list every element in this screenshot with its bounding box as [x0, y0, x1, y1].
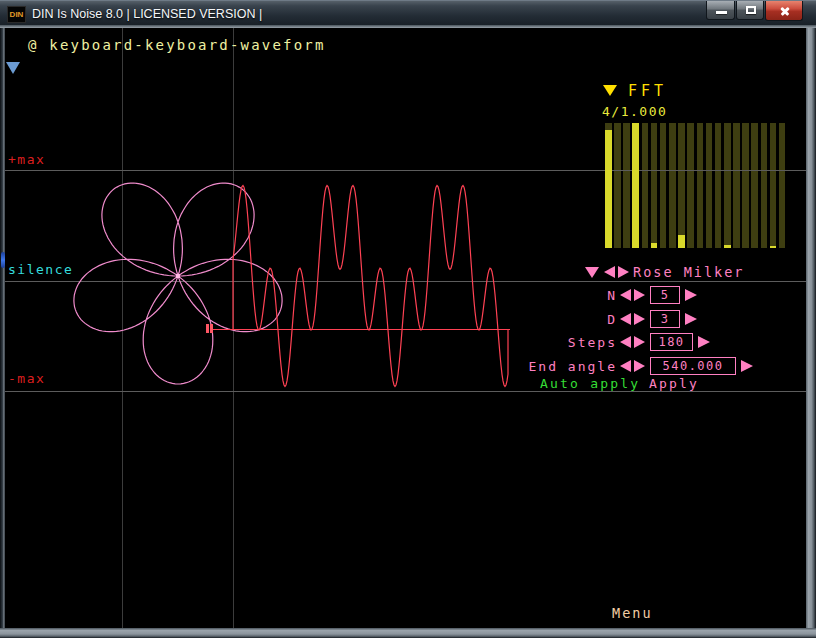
titlebar[interactable]: DIN DIN Is Noise 8.0 | LICENSED VERSION …: [0, 0, 816, 28]
param-n-decrement[interactable]: [620, 289, 631, 301]
app-icon[interactable]: DIN: [7, 6, 26, 23]
fft-bar: [687, 123, 694, 248]
left-border-blue-indicator: [1, 252, 5, 268]
fft-bar: [669, 123, 676, 248]
param-end-angle-decrement[interactable]: [620, 360, 631, 372]
fft-bar: [724, 123, 731, 248]
fft-panel-title: FFT: [628, 82, 667, 100]
rose-milker-next-icon[interactable]: [618, 266, 629, 278]
param-row-n: N 5: [0, 286, 816, 306]
maximize-icon: [746, 6, 756, 14]
minimize-icon: [716, 11, 727, 14]
editor-menu-collapse-icon[interactable]: [6, 62, 20, 74]
din-is-noise-window: { "window": { "title": "DIN Is Noise 8.0…: [0, 0, 816, 638]
fft-bar: [733, 123, 740, 248]
fft-bar: [642, 123, 649, 248]
fft-bar: [697, 123, 704, 248]
param-steps-spinner[interactable]: [698, 336, 710, 348]
param-steps-decrement[interactable]: [620, 336, 631, 348]
fft-bar-signal: [632, 123, 639, 248]
window-border-bottom: [0, 628, 816, 638]
fft-collapse-icon[interactable]: [603, 85, 617, 96]
maximize-button[interactable]: [736, 1, 764, 20]
param-row-end-angle: End angle 540.000: [0, 357, 816, 377]
minimize-button[interactable]: [706, 1, 735, 20]
fft-bar: [715, 123, 722, 248]
fft-bar: [660, 123, 667, 248]
fft-bar-signal: [678, 235, 685, 248]
param-n-spinner[interactable]: [685, 289, 697, 301]
param-d-value[interactable]: 3: [650, 310, 680, 328]
param-row-d: D 3: [0, 310, 816, 330]
menu-button[interactable]: Menu: [612, 605, 653, 621]
param-row-steps: Steps 180: [0, 333, 816, 353]
fft-readout: 4/1.000: [602, 104, 667, 119]
param-d-spinner[interactable]: [685, 313, 697, 325]
param-d-label: D: [607, 312, 617, 327]
param-n-increment[interactable]: [634, 289, 645, 301]
fft-bar: [742, 123, 749, 248]
close-button[interactable]: [765, 1, 803, 21]
level-plus-max-label: +max: [8, 152, 45, 167]
param-end-angle-value[interactable]: 540.000: [650, 357, 736, 375]
auto-apply-toggle[interactable]: Auto apply: [540, 376, 640, 391]
fft-bar: [651, 123, 658, 248]
fft-bar: [614, 123, 621, 248]
param-steps-increment[interactable]: [634, 336, 645, 348]
fft-bar-signal: [651, 243, 658, 248]
rose-milker-header: Rose Milker: [0, 263, 816, 283]
window-border-left: [0, 28, 5, 628]
rose-milker-collapse-icon[interactable]: [585, 267, 599, 278]
current-waveform-label: @ keyboard-keyboard-waveform: [28, 37, 326, 53]
param-d-decrement[interactable]: [620, 313, 631, 325]
rose-milker-prev-icon[interactable]: [604, 266, 615, 278]
fft-bar: [779, 123, 786, 248]
param-end-angle-increment[interactable]: [634, 360, 645, 372]
fft-bar: [678, 123, 685, 248]
param-d-increment[interactable]: [634, 313, 645, 325]
fft-bar: [623, 123, 630, 248]
param-n-label: N: [607, 288, 617, 303]
fft-bar: [770, 123, 777, 248]
fft-bar-signal: [605, 130, 612, 248]
param-steps-label: Steps: [568, 335, 617, 350]
fft-bar: [761, 123, 768, 248]
fft-bar-signal: [724, 245, 731, 248]
rose-milker-title: Rose Milker: [633, 264, 744, 280]
fft-bar-signal: [770, 246, 777, 248]
fft-bar: [751, 123, 758, 248]
apply-button[interactable]: Apply: [649, 376, 699, 391]
param-end-angle-label: End angle: [529, 359, 617, 374]
param-steps-value[interactable]: 180: [650, 333, 693, 351]
param-n-value[interactable]: 5: [650, 286, 680, 304]
param-end-angle-spinner[interactable]: [741, 360, 753, 372]
fft-bar: [706, 123, 713, 248]
window-border-right: [806, 28, 816, 628]
window-title: DIN Is Noise 8.0 | LICENSED VERSION |: [32, 7, 262, 21]
